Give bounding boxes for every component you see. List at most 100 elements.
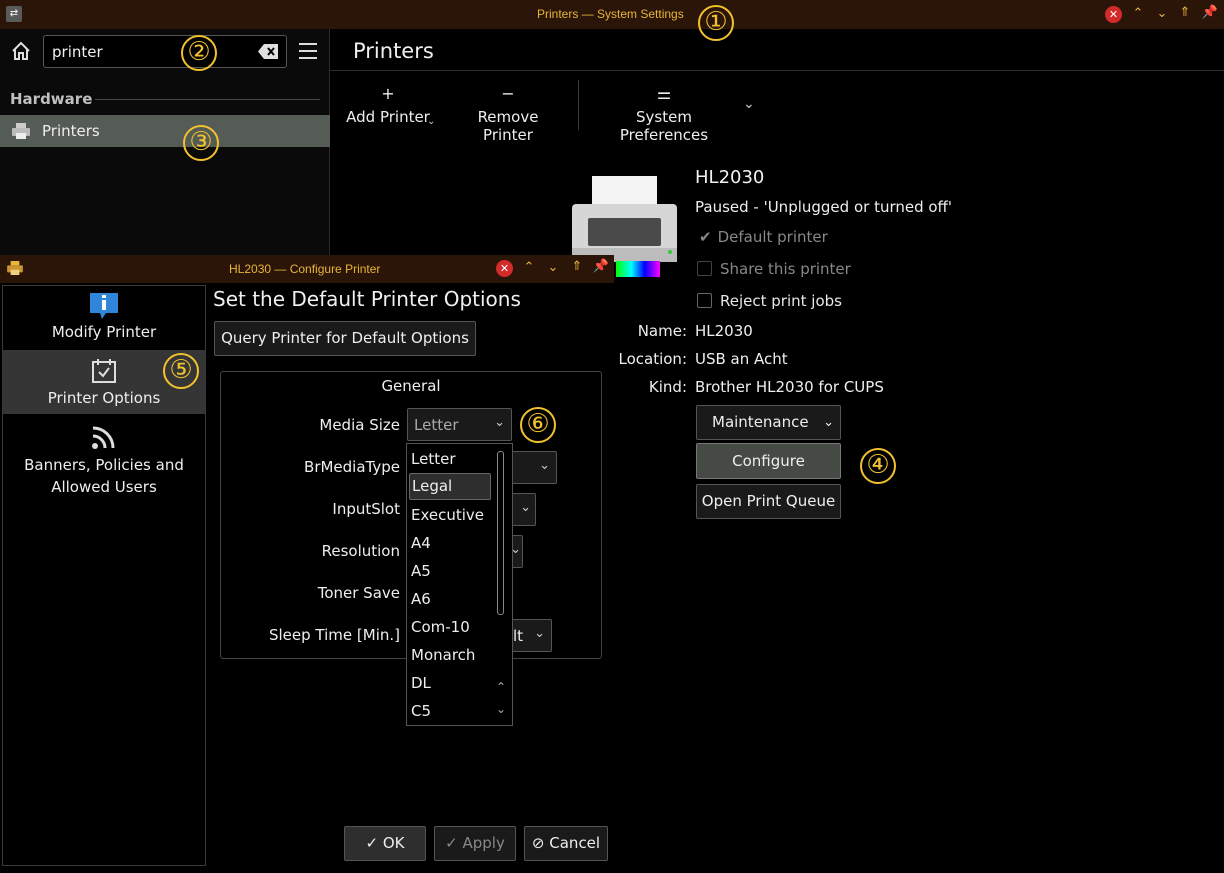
printer-status: Paused - 'Unplugged or turned off' [695,198,953,216]
share-printer-label: Share this printer [720,260,851,278]
annotation-badge-4: ④ [860,448,896,484]
nav-label: Printer Options [47,389,161,407]
ok-label: OK [382,834,405,852]
annotation-badge-1: ① [698,5,734,41]
default-printer-row: ✔ Default printer [699,228,828,246]
apply-label: Apply [462,834,505,852]
annotation-badge-3: ③ [183,125,219,161]
dialog-minimize-up-icon[interactable]: ⌃ [520,260,538,276]
home-icon[interactable] [10,40,32,62]
scroll-up-icon[interactable]: ⌃ [496,680,506,694]
dialog-nav-modify-printer[interactable]: Modify Printer [3,290,205,350]
reject-jobs-label: Reject print jobs [720,292,842,310]
pin-icon[interactable]: 📌 [1201,5,1219,21]
window-title: Printers — System Settings [537,7,684,21]
chevron-down-icon: ⌄ [494,415,505,430]
list-item[interactable]: A4 [411,534,431,552]
list-item[interactable]: A6 [411,590,431,608]
maximize-icon[interactable]: ⇑ [1176,5,1194,21]
configure-button[interactable]: Configure [696,443,841,479]
options-heading: Set the Default Printer Options [213,287,521,311]
ok-button[interactable]: ✓ OK [344,826,426,861]
chevron-down-icon: ⌄ [520,500,531,515]
list-item[interactable]: Executive [411,506,484,524]
maintenance-dropdown[interactable]: Maintenance ⌄ [696,405,841,440]
chevron-down-icon: ⌄ [823,415,834,430]
minimize-up-icon[interactable]: ⌃ [1129,6,1147,22]
add-printer-dropdown-icon[interactable]: ⌄ [427,116,435,127]
toolbar-separator [578,80,579,130]
brmediatype-select[interactable]: ⌄ [510,451,557,484]
window-titlebar: ⇄ Printers — System Settings ✕ ⌃ ⌄ ⇑ 📌 [0,0,1224,29]
dialog-pin-icon[interactable]: 📌 [592,259,610,275]
rss-icon [92,426,115,449]
overflow-chevron-icon[interactable]: ⌄ [743,96,755,112]
maintenance-label: Maintenance [712,413,809,431]
list-item[interactable]: A5 [411,562,431,580]
query-defaults-button[interactable]: Query Printer for Default Options [214,321,476,356]
list-item[interactable]: Letter [411,450,455,468]
inputslot-label: InputSlot [332,500,400,518]
list-item-highlighted[interactable]: Legal [409,473,491,500]
list-item[interactable]: DL [411,674,431,692]
hamburger-menu-icon[interactable] [299,43,317,59]
dialog-minimize-icon[interactable]: ⌄ [544,260,562,276]
checkbox-box [697,293,712,308]
reject-jobs-checkbox[interactable]: Reject print jobs [697,292,842,310]
check-icon: ✓ [365,834,379,852]
inputslot-select[interactable]: ⌄ [510,493,536,526]
open-print-queue-button[interactable]: Open Print Queue [696,484,841,519]
default-printer-label: Default printer [717,228,828,246]
toner-save-label: Toner Save [317,584,400,602]
check-icon: ✓ [445,834,458,852]
sidebar-item-printers[interactable]: Printers [0,115,330,147]
list-item[interactable]: Monarch [411,646,475,664]
dialog-titlebar: HL2030 — Configure Printer ✕ ⌃ ⌄ ⇑ 📌 [0,255,614,283]
resolution-label: Resolution [321,542,400,560]
close-icon[interactable]: ✕ [1105,6,1122,23]
dropdown-scrollbar[interactable] [497,451,504,615]
scroll-down-icon[interactable]: ⌄ [496,702,506,716]
group-title: General [381,377,441,395]
minus-icon: − [501,84,515,103]
clear-search-icon[interactable] [258,44,278,59]
add-printer-button[interactable]: + Add Printer [346,84,430,127]
check-icon: ✔ [699,228,712,246]
location-value: USB an Acht [695,350,788,368]
app-menu-icon[interactable]: ⇄ [6,6,22,22]
printer-name-heading: HL2030 [695,167,765,188]
list-item[interactable]: C5 [411,702,431,720]
plus-icon: + [381,84,395,103]
dialog-close-icon[interactable]: ✕ [496,260,513,277]
list-item[interactable]: Com-10 [411,618,470,636]
printer-app-icon [7,261,23,275]
media-size-value: Letter [414,416,459,434]
minimize-icon[interactable]: ⌄ [1153,6,1171,22]
system-preferences-button[interactable]: ⚌ System Preferences [594,84,734,145]
name-value: HL2030 [695,322,753,340]
checkbox-box [697,261,712,276]
dialog-maximize-icon[interactable]: ⇑ [568,259,586,275]
annotation-badge-2: ② [181,35,217,71]
header-divider [330,70,1224,71]
cancel-button[interactable]: ⊘ Cancel [524,826,608,861]
share-printer-checkbox[interactable]: Share this printer [697,260,851,278]
section-hardware: Hardware [10,90,93,108]
nav-label: Modify Printer [51,323,157,341]
remove-printer-button[interactable]: − Remove Printer [452,84,564,145]
sleep-time-value: lt [513,627,524,645]
sliders-icon: ⚌ [656,84,672,103]
dialog-nav-banners-policies[interactable]: Banners, Policies and Allowed Users [3,420,205,500]
cancel-icon: ⊘ [531,834,545,852]
apply-button[interactable]: ✓ Apply [434,826,516,861]
sleep-time-select[interactable]: lt ⌄ [508,619,552,652]
nav-label: Banners, Policies and Allowed Users [24,456,184,496]
media-size-select[interactable]: Letter ⌄ [407,408,512,441]
kind-value: Brother HL2030 for CUPS [695,378,884,396]
sidebar-item-label: Printers [42,122,100,140]
sleep-time-label: Sleep Time [Min.] [268,626,400,644]
media-size-label: Media Size [319,416,400,434]
checklist-icon [92,359,116,383]
search-field[interactable] [43,35,287,68]
printer-icon [12,123,30,139]
